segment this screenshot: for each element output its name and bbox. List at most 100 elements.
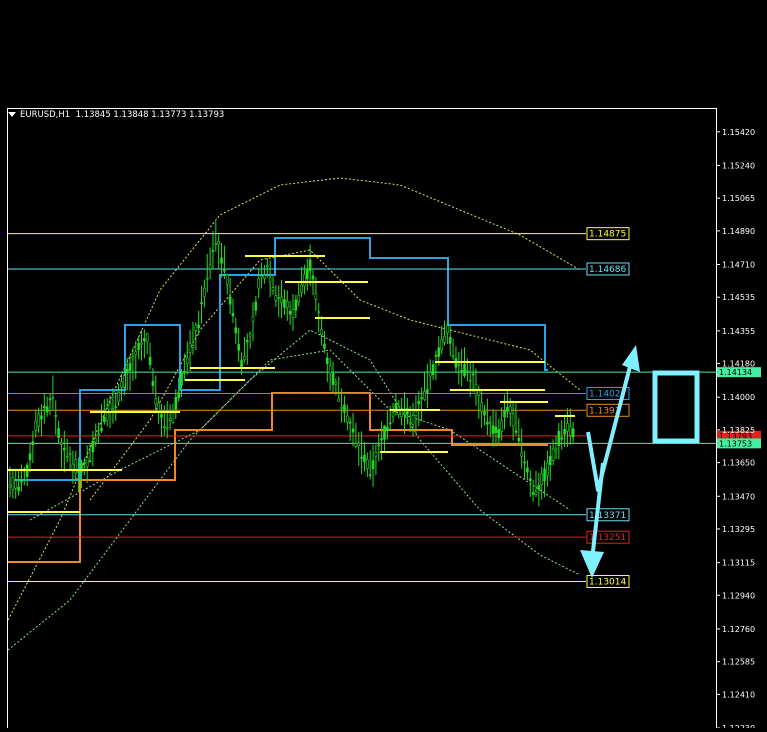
candle-body bbox=[20, 480, 23, 483]
candle-body bbox=[366, 459, 369, 469]
candle-body bbox=[388, 422, 392, 425]
candle-body bbox=[65, 456, 69, 458]
candle-body bbox=[371, 460, 375, 470]
candle-body bbox=[503, 410, 506, 418]
candle-body bbox=[74, 459, 78, 474]
axis-tick-label: 1.12760 bbox=[722, 625, 755, 634]
candle-body bbox=[114, 406, 118, 408]
candle-body bbox=[265, 265, 269, 268]
candle-body bbox=[457, 364, 461, 366]
candle-body bbox=[523, 461, 526, 464]
candle-body bbox=[43, 406, 46, 409]
axis-tick-label: 1.14710 bbox=[722, 261, 755, 270]
candle-body bbox=[463, 363, 466, 376]
candle-body bbox=[343, 404, 346, 413]
candle-body bbox=[377, 444, 381, 447]
candle-body bbox=[571, 428, 575, 438]
candle-body bbox=[225, 274, 229, 285]
axis-tick-label: 1.13295 bbox=[722, 525, 755, 534]
price-chart[interactable]: 1.14875 1.14686 1.14134 1.1402 1.1393 1.13793… bbox=[0, 0, 767, 732]
candle-body bbox=[294, 299, 298, 311]
candle-body bbox=[491, 425, 495, 435]
axis-tick-label: 1.12230 bbox=[722, 724, 755, 728]
envelope-band bbox=[7, 177, 581, 621]
candle-body bbox=[568, 426, 572, 436]
candle-body bbox=[511, 413, 515, 427]
drawn-rectangle[interactable] bbox=[652, 370, 700, 444]
candle-body bbox=[323, 343, 326, 349]
candle-body bbox=[185, 357, 189, 365]
candle-body bbox=[305, 268, 309, 280]
candle-body bbox=[391, 412, 395, 417]
candle-body bbox=[483, 411, 486, 416]
candle-body bbox=[480, 402, 483, 412]
candle-body bbox=[17, 486, 20, 492]
axis-tick-label: 1.15420 bbox=[722, 128, 755, 137]
candle-body bbox=[434, 354, 438, 357]
candle-body bbox=[200, 302, 203, 305]
candle-body bbox=[131, 356, 135, 359]
candle-body bbox=[526, 467, 529, 473]
candle-body bbox=[85, 457, 89, 467]
candle-body bbox=[274, 295, 278, 301]
axis-tick-label: 1.13825 bbox=[722, 426, 755, 435]
candle-body bbox=[348, 421, 352, 424]
candle-body bbox=[243, 356, 246, 361]
axis-tick-label: 1.12940 bbox=[722, 591, 755, 600]
candle-body bbox=[151, 380, 155, 386]
candle-body bbox=[83, 462, 86, 464]
candle-body bbox=[331, 373, 335, 385]
candle-body bbox=[260, 275, 263, 278]
candle-body bbox=[440, 339, 443, 351]
candle-body bbox=[57, 428, 60, 438]
candle-body bbox=[346, 415, 349, 423]
candle-body bbox=[380, 438, 383, 441]
arrowhead[interactable] bbox=[622, 345, 640, 372]
candle-body bbox=[374, 452, 378, 457]
candle-body bbox=[34, 420, 38, 431]
envelope-band bbox=[89, 249, 581, 501]
candle-body bbox=[280, 296, 283, 304]
candle-body bbox=[360, 457, 363, 459]
candle-body bbox=[37, 413, 40, 427]
axis-tick-label: 1.15065 bbox=[722, 194, 755, 203]
axis-tick-label: 1.14535 bbox=[722, 293, 755, 302]
candle-body bbox=[217, 241, 220, 245]
candle-body bbox=[183, 371, 186, 374]
axis-tick-label: 1.13650 bbox=[722, 459, 755, 468]
candle-body bbox=[314, 292, 318, 300]
candle-body bbox=[103, 417, 106, 423]
drawn-arrow[interactable] bbox=[586, 354, 635, 492]
candle-body bbox=[168, 418, 172, 421]
candle-body bbox=[354, 443, 358, 447]
candle-body bbox=[160, 414, 163, 418]
level-label: 1.13014 bbox=[589, 577, 626, 587]
axis-tick-label: 1.14890 bbox=[722, 227, 755, 236]
level-label: 1.14875 bbox=[589, 230, 626, 240]
candle-body bbox=[446, 325, 449, 334]
candle-body bbox=[303, 274, 306, 287]
candle-body bbox=[248, 333, 252, 337]
candle-body bbox=[383, 425, 386, 440]
candle-body bbox=[386, 426, 389, 431]
candle-body bbox=[563, 429, 566, 435]
axis-price-label: 1.14134 bbox=[719, 368, 752, 377]
level-label: 1.14686 bbox=[589, 265, 626, 275]
candle-body bbox=[125, 369, 129, 374]
dropdown-triangle-icon[interactable] bbox=[8, 112, 16, 117]
candle-body bbox=[557, 431, 561, 446]
candle-body bbox=[537, 484, 541, 490]
candle-body bbox=[408, 422, 412, 425]
arrowhead[interactable] bbox=[580, 550, 604, 578]
candle-body bbox=[488, 421, 492, 424]
candle-body bbox=[11, 477, 15, 490]
candle-body bbox=[111, 408, 115, 411]
candle-body bbox=[105, 408, 109, 421]
candle-body bbox=[220, 257, 223, 264]
price-axis: 1.15420 1.15240 1.15065 1.14890 1.14710 1.145… bbox=[716, 128, 755, 732]
candle-body bbox=[308, 259, 312, 271]
candle-body bbox=[328, 365, 332, 374]
candle-body bbox=[174, 397, 178, 410]
candle-body bbox=[351, 428, 355, 433]
candle-body bbox=[423, 391, 426, 400]
